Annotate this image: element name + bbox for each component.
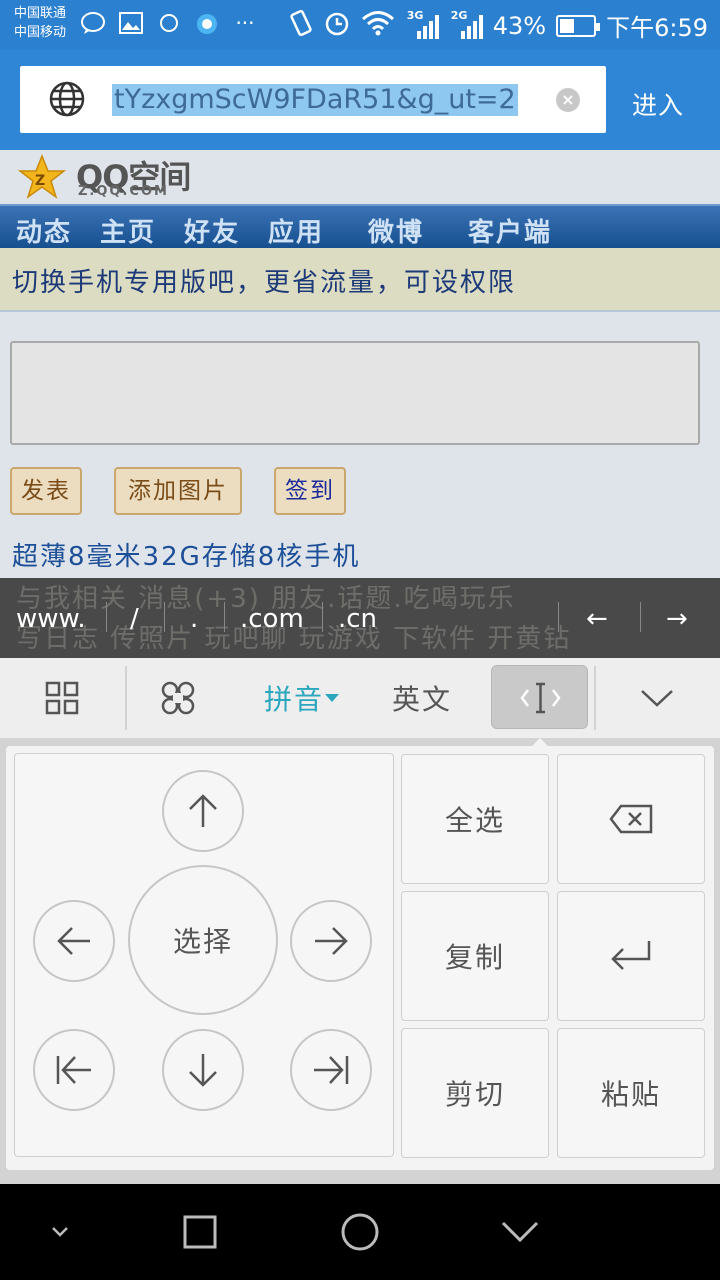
signal-3g-icon: 3G — [405, 9, 439, 41]
cursor-right-button[interactable] — [290, 900, 372, 982]
enter-icon — [611, 941, 651, 970]
clear-icon[interactable]: × — [556, 88, 580, 112]
more-dots-icon: ··· — [235, 11, 255, 35]
carrier-names: 中国联通 中国移动 — [14, 4, 66, 42]
signal-2g-icon: 2G — [449, 9, 483, 41]
shortcut-divider — [640, 602, 641, 632]
promo-link[interactable]: 超薄8毫米32G存储8核手机 — [12, 536, 360, 573]
carrier-2: 中国移动 — [14, 25, 67, 40]
nav-client[interactable]: 客户端 — [468, 212, 552, 249]
checkin-button[interactable]: 签到 — [274, 467, 346, 515]
toolbar-divider — [594, 666, 596, 730]
enter-button[interactable] — [557, 891, 705, 1021]
arrow-right-icon — [315, 927, 348, 955]
cursor-line-start-button[interactable] — [33, 1029, 115, 1111]
banner-text: 切换手机专用版吧，更省流量，可设权限 — [12, 268, 517, 298]
hide-chevron-icon[interactable] — [36, 1208, 84, 1256]
alarm-icon — [323, 9, 351, 43]
grid-menu-icon[interactable] — [22, 658, 102, 738]
battery-fill — [560, 18, 575, 33]
direction-pad: 选择 — [14, 753, 394, 1157]
arrow-up-icon — [189, 794, 217, 827]
publish-button[interactable]: 发表 — [10, 467, 82, 515]
cursor-right-arrow-icon[interactable]: → — [666, 604, 688, 634]
shortcut-dot[interactable]: . — [190, 604, 198, 634]
go-button[interactable]: 进入 — [632, 86, 684, 122]
logo-subtext: Z.QQ.COM — [78, 184, 169, 199]
arrow-down-icon — [189, 1054, 217, 1087]
carrier-1: 中国联通 — [14, 6, 67, 21]
select-toggle-button[interactable]: 选择 — [128, 865, 278, 1015]
paste-button[interactable]: 粘贴 — [557, 1028, 705, 1158]
cursor-line-end-button[interactable] — [290, 1029, 372, 1111]
arrow-to-start-icon — [56, 1056, 91, 1084]
nav-apps[interactable]: 应用 — [268, 212, 324, 249]
web-page: Z QQ空间 Z.QQ.COM 动态 主页 好友 应用 微博 客户端 切换手机专… — [0, 150, 720, 580]
shortcut-divider — [322, 602, 323, 632]
browser-toolbar: tYzxgmScW9FDaR51&g_ut=2 × 进入 — [0, 50, 720, 150]
cursor-left-button[interactable] — [33, 900, 115, 982]
shortcut-com[interactable]: .com — [240, 604, 304, 634]
system-nav-bar — [0, 1184, 720, 1280]
shortcut-divider — [106, 602, 107, 632]
image-icon — [118, 10, 144, 36]
url-text[interactable]: tYzxgmScW9FDaR51&g_ut=2 — [112, 84, 518, 116]
site-nav: 动态 主页 好友 应用 微博 客户端 — [0, 204, 720, 248]
battery-icon — [556, 14, 601, 37]
post-textarea[interactable] — [10, 341, 700, 445]
globe-icon — [48, 80, 86, 118]
keyboard-toolbar: 拼音 英文 — [0, 658, 720, 738]
cursor-edit-panel: 选择 全选 复制 剪切 粘贴 — [0, 738, 720, 1184]
url-shortcut-bar: 与我相关 消息(+3) 朋友.话题.吃喝玩乐 写日志 传照片 玩吧聊 玩游戏 下… — [0, 578, 720, 658]
english-mode-button[interactable]: 英文 — [376, 658, 468, 738]
svg-text:Z: Z — [35, 173, 45, 189]
recents-square-icon[interactable] — [176, 1208, 224, 1256]
add-image-button[interactable]: 添加图片 — [114, 467, 242, 515]
shortcut-divider — [164, 602, 165, 632]
status-bar: 中国联通 中国移动 ··· 3G 2G 43% 下午6:59 — [0, 0, 720, 50]
wifi-icon — [361, 10, 395, 42]
shortcut-slash[interactable]: / — [130, 604, 139, 634]
shortcut-divider — [224, 602, 225, 632]
cursor-down-button[interactable] — [162, 1029, 244, 1111]
cursor-up-button[interactable] — [162, 770, 244, 852]
panel-body: 选择 全选 复制 剪切 粘贴 — [6, 746, 714, 1170]
shortcut-divider — [558, 602, 559, 632]
backspace-button[interactable] — [557, 754, 705, 884]
select-label: 选择 — [172, 925, 233, 958]
shortcut-cn[interactable]: .cn — [338, 604, 377, 634]
dropdown-triangle-icon — [325, 694, 339, 702]
mobile-version-banner[interactable]: 切换手机专用版吧，更省流量，可设权限 — [0, 248, 720, 312]
address-bar[interactable]: tYzxgmScW9FDaR51&g_ut=2 × — [20, 66, 606, 133]
nav-weibo[interactable]: 微博 — [368, 212, 424, 249]
copy-button[interactable]: 复制 — [401, 891, 549, 1021]
drop-mascot-icon — [194, 10, 220, 36]
arrow-to-end-icon — [314, 1056, 349, 1084]
cursor-left-arrow-icon[interactable]: ← — [586, 604, 608, 634]
pinyin-mode-button[interactable]: 拼音 — [252, 658, 352, 738]
home-circle-icon[interactable] — [336, 1208, 384, 1256]
nav-home[interactable]: 主页 — [100, 212, 156, 249]
vibrate-icon — [289, 9, 313, 43]
english-label: 英文 — [391, 683, 452, 716]
command-icon[interactable] — [138, 658, 218, 738]
back-chevron-icon[interactable] — [496, 1208, 544, 1256]
circle-icon — [156, 10, 182, 36]
clock: 下午6:59 — [606, 14, 708, 42]
collapse-keyboard-icon[interactable] — [617, 658, 697, 738]
arrow-left-icon — [57, 927, 90, 955]
nav-feed[interactable]: 动态 — [16, 212, 72, 249]
cut-button[interactable]: 剪切 — [401, 1028, 549, 1158]
backspace-icon — [609, 804, 653, 834]
star-logo-icon: Z — [18, 154, 66, 199]
cursor-edit-mode-button[interactable] — [491, 665, 588, 729]
shortcut-www[interactable]: www. — [16, 604, 86, 634]
pinyin-label: 拼音 — [263, 683, 324, 716]
battery-percent: 43% — [492, 11, 547, 40]
nav-friends[interactable]: 好友 — [184, 212, 240, 249]
chat-bubble-icon — [80, 10, 106, 36]
select-all-button[interactable]: 全选 — [401, 754, 549, 884]
text-cursor-icon — [520, 682, 561, 714]
toolbar-divider — [125, 666, 127, 730]
